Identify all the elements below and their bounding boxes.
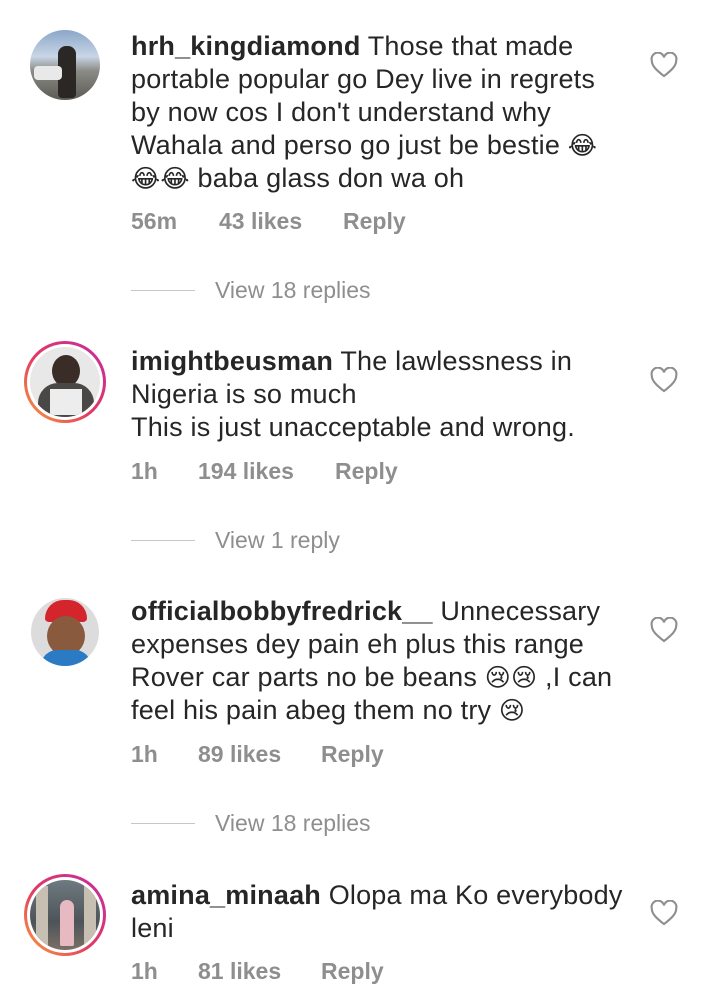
crying-emoji: 😢😢 [484, 663, 538, 692]
likes-count[interactable]: 194 likes [198, 458, 335, 485]
comment-text: officialbobbyfredrick__ Unnecessary expe… [131, 596, 613, 725]
avatar[interactable] [24, 591, 106, 673]
likes-count[interactable]: 43 likes [219, 208, 343, 235]
username[interactable]: imightbeusman [131, 346, 333, 376]
reply-button[interactable]: Reply [335, 458, 398, 485]
comment-meta: 1h 81 likes Reply [131, 958, 384, 985]
timestamp: 56m [131, 208, 178, 234]
divider [131, 540, 195, 541]
likes-count[interactable]: 89 likes [198, 741, 321, 768]
timestamp: 1h [131, 458, 158, 484]
reply-button[interactable]: Reply [343, 208, 406, 235]
heart-outline-icon[interactable] [650, 617, 678, 643]
likes-count[interactable]: 81 likes [198, 958, 321, 985]
comment-meta: 56m 43 likes Reply [131, 208, 406, 235]
divider [131, 290, 195, 291]
view-replies-button[interactable]: View 18 replies [131, 277, 371, 304]
laughing-emoji: 😂😂 [131, 164, 190, 193]
comment-meta: 1h 194 likes Reply [131, 458, 398, 485]
heart-outline-icon[interactable] [650, 367, 678, 393]
heart-outline-icon[interactable] [650, 52, 678, 78]
comment-text: hrh_kingdiamond Those that made portable… [131, 31, 598, 193]
view-replies-button[interactable]: View 1 reply [131, 527, 340, 554]
avatar[interactable] [24, 24, 106, 106]
username[interactable]: hrh_kingdiamond [131, 31, 361, 61]
timestamp: 1h [131, 958, 158, 984]
username[interactable]: officialbobbyfredrick__ [131, 596, 433, 626]
comment-text: imightbeusman The lawlessness in Nigeria… [131, 346, 575, 442]
timestamp: 1h [131, 741, 158, 767]
view-replies-button[interactable]: View 18 replies [131, 810, 371, 837]
reply-button[interactable]: Reply [321, 741, 384, 768]
laughing-emoji: 😂 [567, 131, 598, 160]
avatar[interactable] [24, 341, 106, 423]
divider [131, 823, 195, 824]
reply-button[interactable]: Reply [321, 958, 384, 985]
comment-text: amina_minaah Olopa ma Ko everybody leni [131, 880, 623, 943]
heart-outline-icon[interactable] [650, 900, 678, 926]
username[interactable]: amina_minaah [131, 880, 321, 910]
comment-meta: 1h 89 likes Reply [131, 741, 384, 768]
avatar[interactable] [24, 874, 106, 956]
crying-emoji: 😢 [498, 696, 526, 725]
